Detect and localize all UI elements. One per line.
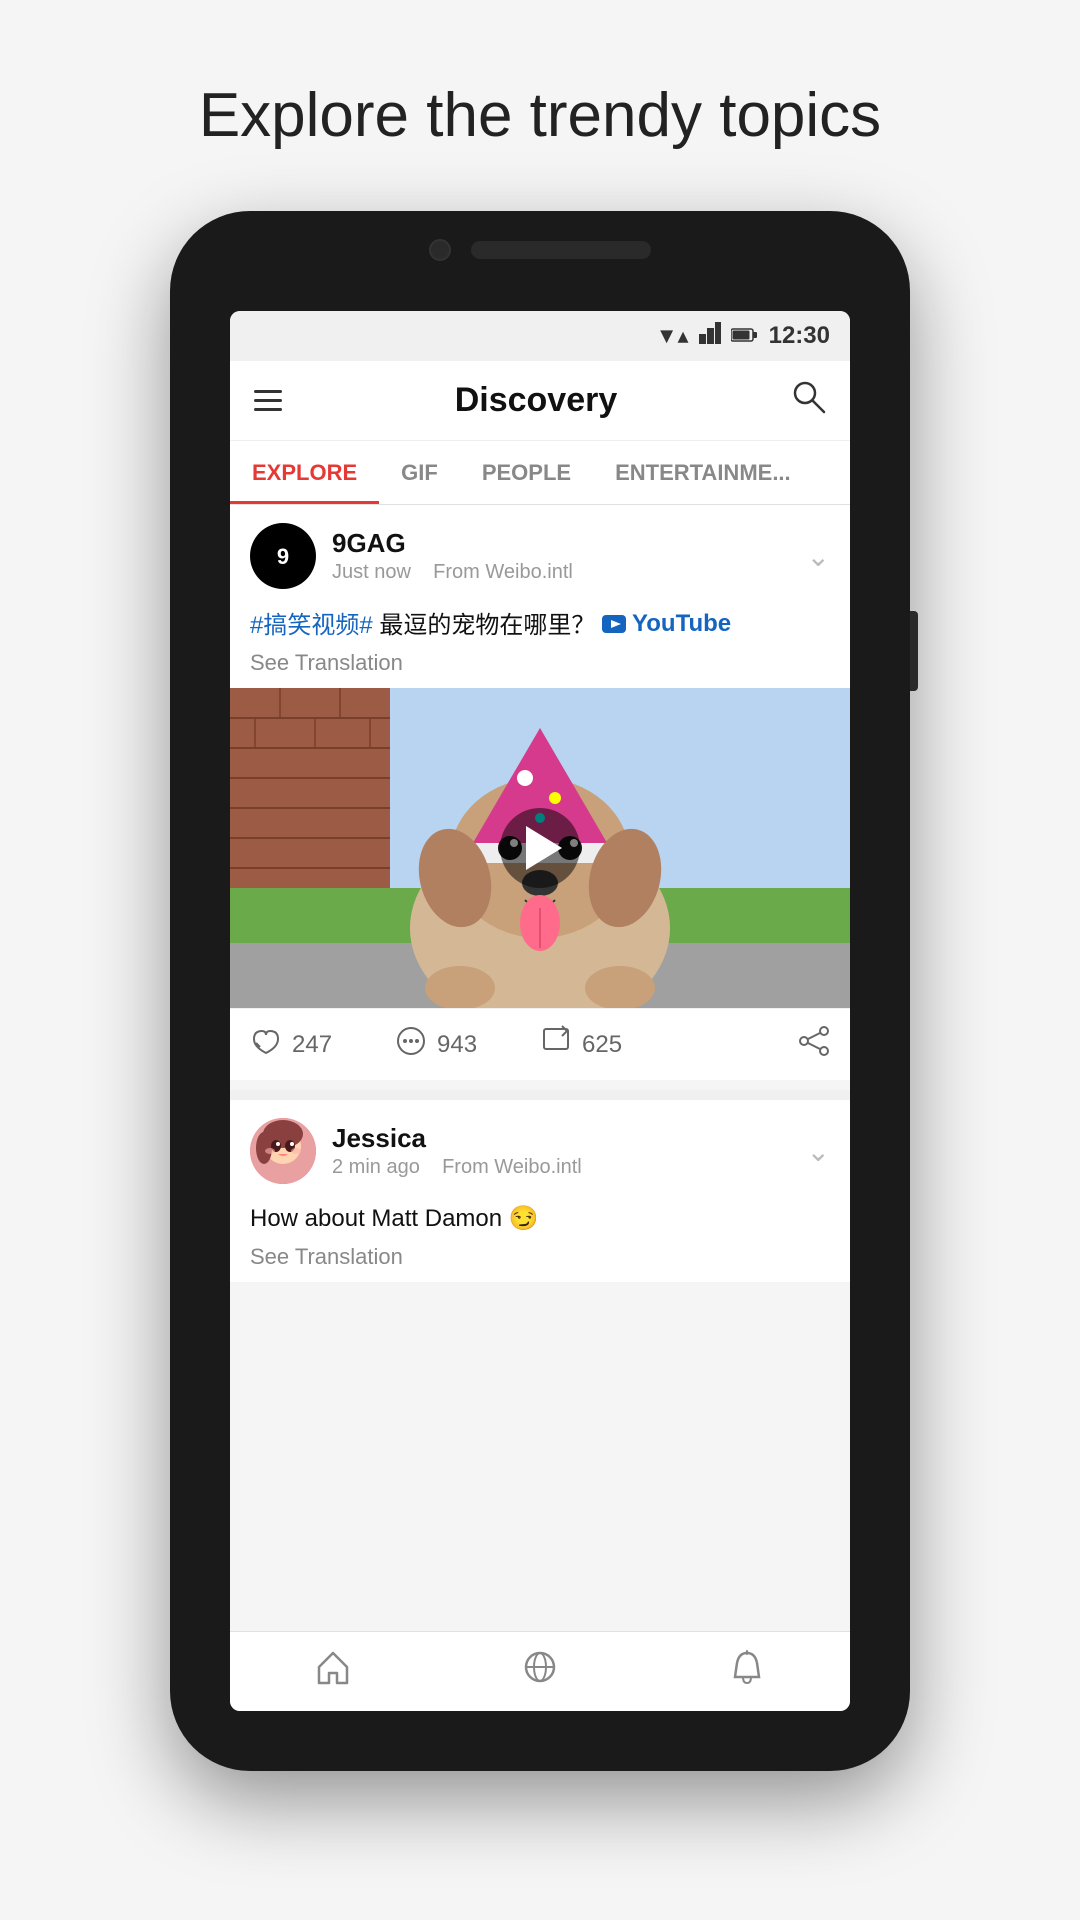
like-button[interactable]: 👍 247 bbox=[250, 1025, 395, 1064]
share-button[interactable] bbox=[685, 1025, 830, 1064]
post2-time: 2 min ago From Weibo.intl bbox=[332, 1156, 807, 1179]
feed-divider bbox=[230, 1090, 850, 1100]
nav-notifications[interactable] bbox=[643, 1649, 850, 1694]
hashtag-text[interactable]: #搞笑视频# bbox=[250, 612, 373, 639]
phone-camera bbox=[429, 239, 451, 261]
chevron-down-icon-2[interactable]: ⌄ bbox=[807, 1135, 830, 1168]
tab-gif[interactable]: GIF bbox=[379, 441, 460, 504]
post2-header: Jessica 2 min ago From Weibo.intl ⌄ bbox=[230, 1100, 850, 1198]
phone-screen: ▼▴ bbox=[230, 311, 850, 1711]
status-bar: ▼▴ bbox=[230, 311, 850, 361]
repost-button[interactable]: 625 bbox=[540, 1025, 685, 1064]
comment-count: 943 bbox=[437, 1031, 477, 1059]
tab-people[interactable]: PEOPLE bbox=[460, 441, 593, 504]
tabs-bar: EXPLORE GIF PEOPLE ENTERTAINME... bbox=[230, 441, 850, 505]
post-header: 9 9GAG Just now From Weibo.intl ⌄ bbox=[230, 505, 850, 603]
page-background: Explore the trendy topics ▼▴ bbox=[0, 0, 1080, 1920]
app-header: Discovery bbox=[230, 361, 850, 441]
video-thumbnail[interactable] bbox=[230, 688, 850, 1008]
post-time: Just now From Weibo.intl bbox=[332, 561, 807, 584]
status-icons: ▼▴ bbox=[656, 322, 757, 350]
discover-icon bbox=[522, 1649, 558, 1694]
search-button[interactable] bbox=[790, 378, 826, 423]
post2-content: How about Matt Damon 😏 See Translation bbox=[230, 1198, 850, 1282]
post-username: 9GAG bbox=[332, 528, 807, 559]
phone-notch bbox=[170, 211, 910, 261]
battery-icon bbox=[731, 323, 757, 349]
play-button[interactable] bbox=[500, 808, 580, 888]
post-meta: 9GAG Just now From Weibo.intl bbox=[316, 528, 807, 584]
app-title: Discovery bbox=[455, 381, 618, 420]
see-translation-link[interactable]: See Translation bbox=[250, 650, 830, 676]
home-icon bbox=[315, 1649, 351, 1694]
phone-frame: ▼▴ bbox=[170, 211, 910, 1771]
wifi-icon: ▼▴ bbox=[656, 323, 689, 349]
repost-icon bbox=[540, 1025, 572, 1064]
post-content: #搞笑视频# 最逗的宠物在哪里？ YouTube See Translation bbox=[230, 603, 850, 688]
hamburger-line-3 bbox=[254, 408, 282, 411]
page-title: Explore the trendy topics bbox=[199, 80, 881, 151]
hamburger-line-2 bbox=[254, 399, 282, 402]
post-actions: 👍 247 bbox=[230, 1008, 850, 1080]
hamburger-menu-button[interactable] bbox=[254, 390, 282, 411]
share-icon bbox=[798, 1025, 830, 1064]
phone-speaker bbox=[471, 241, 651, 259]
like-count: 247 bbox=[292, 1031, 332, 1059]
play-triangle-icon bbox=[526, 826, 562, 870]
nav-discover[interactable] bbox=[437, 1649, 644, 1694]
tab-explore[interactable]: EXPLORE bbox=[230, 441, 379, 504]
post2-text: How about Matt Damon 😏 bbox=[250, 1202, 830, 1236]
signal-icon bbox=[699, 322, 721, 350]
bell-icon bbox=[729, 1649, 765, 1694]
post2-username: Jessica bbox=[332, 1123, 807, 1154]
post-card: 9 9GAG Just now From Weibo.intl ⌄ bbox=[230, 505, 850, 1080]
hamburger-line-1 bbox=[254, 390, 282, 393]
like-icon bbox=[250, 1025, 282, 1064]
share-count: 625 bbox=[582, 1031, 622, 1059]
see-translation-link-2[interactable]: See Translation bbox=[250, 1244, 830, 1270]
comment-button[interactable]: 943 bbox=[395, 1025, 540, 1064]
avatar: 9 bbox=[250, 523, 316, 589]
phone-side-button bbox=[910, 611, 918, 691]
tab-entertainment[interactable]: ENTERTAINME... bbox=[593, 441, 813, 504]
nav-home[interactable] bbox=[230, 1649, 437, 1694]
bottom-navigation bbox=[230, 1631, 850, 1711]
comment-icon bbox=[395, 1025, 427, 1064]
post-text: #搞笑视频# 最逗的宠物在哪里？ YouTube bbox=[250, 607, 830, 642]
chevron-down-icon[interactable]: ⌄ bbox=[807, 540, 830, 573]
post2-meta: Jessica 2 min ago From Weibo.intl bbox=[316, 1123, 807, 1179]
post-card-2: Jessica 2 min ago From Weibo.intl ⌄ How … bbox=[230, 1100, 850, 1282]
svg-text:9: 9 bbox=[277, 544, 289, 569]
status-time: 12:30 bbox=[769, 322, 830, 350]
youtube-link[interactable]: YouTube bbox=[602, 607, 731, 641]
feed: 9 9GAG Just now From Weibo.intl ⌄ bbox=[230, 505, 850, 1631]
avatar-jessica bbox=[250, 1118, 316, 1184]
